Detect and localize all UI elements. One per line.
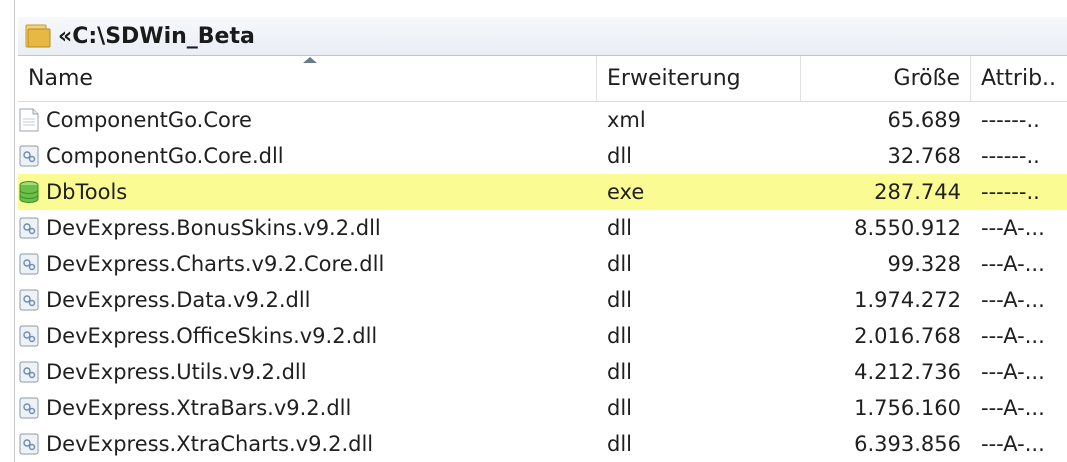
file-name: ComponentGo.Core <box>46 108 252 132</box>
database-icon <box>18 180 40 204</box>
table-row[interactable]: DevExpress.XtraBars.v9.2.dll dll 1.756.160… <box>18 390 1067 426</box>
file-name-cell[interactable]: ComponentGo.Core <box>18 108 597 132</box>
breadcrumb-path[interactable]: «C:\SDWin_Beta <box>58 24 255 49</box>
table-row[interactable]: DevExpress.OfficeSkins.v9.2.dll dll 2.016.… <box>18 318 1067 354</box>
dll-icon <box>18 144 40 168</box>
file-attributes: ---A-... <box>981 324 1045 348</box>
dll-icon <box>18 360 40 384</box>
file-size: 287.744 <box>874 180 961 204</box>
file-size: 32.768 <box>887 144 961 168</box>
dll-icon <box>18 324 40 348</box>
file-name: DevExpress.BonusSkins.v9.2.dll <box>46 216 381 240</box>
file-name: DevExpress.Data.v9.2.dll <box>46 288 311 312</box>
table-row[interactable]: ComponentGo.Core xml 65.689 ------.. <box>18 102 1067 138</box>
file-name: DevExpress.XtraBars.v9.2.dll <box>46 396 352 420</box>
file-extension: dll <box>607 396 632 420</box>
file-extension: dll <box>607 144 632 168</box>
dll-icon <box>18 288 40 312</box>
file-attributes: ---A-... <box>981 216 1045 240</box>
dll-icon <box>18 432 40 456</box>
folder-icon <box>24 23 52 49</box>
column-header-attributes[interactable]: Attrib.. <box>971 56 1067 101</box>
file-extension: dll <box>607 288 632 312</box>
file-attributes: ------.. <box>981 180 1040 204</box>
file-name-cell[interactable]: DevExpress.OfficeSkins.v9.2.dll <box>18 324 597 348</box>
table-row[interactable]: DevExpress.Utils.v9.2.dll dll 4.212.736 ---… <box>18 354 1067 390</box>
file-extension: dll <box>607 360 632 384</box>
table-row[interactable]: DevExpress.Data.v9.2.dll dll 1.974.272 ---A… <box>18 282 1067 318</box>
file-attributes: ---A-... <box>981 288 1045 312</box>
table-row[interactable]: DevExpress.BonusSkins.v9.2.dll dll 8.550.9… <box>18 210 1067 246</box>
file-name: DevExpress.Utils.v9.2.dll <box>46 360 307 384</box>
file-name: DbTools <box>46 180 128 204</box>
file-attributes: ---A-... <box>981 360 1045 384</box>
file-size: 6.393.856 <box>854 432 961 456</box>
file-name-cell[interactable]: DevExpress.BonusSkins.v9.2.dll <box>18 216 597 240</box>
file-rows: ComponentGo.Core xml 65.689 ------.. Compone… <box>18 102 1067 462</box>
file-size: 65.689 <box>887 108 961 132</box>
file-name: ComponentGo.Core.dll <box>46 144 284 168</box>
file-extension: exe <box>607 180 645 204</box>
file-attributes: ---A-... <box>981 396 1045 420</box>
file-attributes: ------.. <box>981 144 1040 168</box>
file-extension: xml <box>607 108 646 132</box>
file-attributes: ---A-... <box>981 252 1045 276</box>
file-extension: dll <box>607 216 632 240</box>
dll-icon <box>18 216 40 240</box>
address-bar[interactable]: «C:\SDWin_Beta <box>18 17 1067 56</box>
table-row[interactable]: DevExpress.XtraCharts.v9.2.dll dll 6.393.8… <box>18 426 1067 462</box>
file-name-cell[interactable]: DevExpress.Utils.v9.2.dll <box>18 360 597 384</box>
file-attributes: ---A-... <box>981 432 1045 456</box>
file-name: DevExpress.Charts.v9.2.Core.dll <box>46 252 385 276</box>
file-name: DevExpress.XtraCharts.v9.2.dll <box>46 432 374 456</box>
table-row[interactable]: DbTools exe 287.744 ------.. <box>18 174 1067 210</box>
column-header-row: Name Erweiterung Größe Attrib.. <box>18 56 1067 102</box>
file-name-cell[interactable]: ComponentGo.Core.dll <box>18 144 597 168</box>
file-name-cell[interactable]: DevExpress.XtraBars.v9.2.dll <box>18 396 597 420</box>
column-header-size[interactable]: Größe <box>801 56 971 101</box>
file-size: 8.550.912 <box>854 216 961 240</box>
file-size: 4.212.736 <box>854 360 961 384</box>
file-name-cell[interactable]: DbTools <box>18 180 597 204</box>
file-attributes: ------.. <box>981 108 1040 132</box>
file-name-cell[interactable]: DevExpress.Data.v9.2.dll <box>18 288 597 312</box>
file-size: 99.328 <box>887 252 961 276</box>
dll-icon <box>18 252 40 276</box>
file-size: 1.974.272 <box>854 288 961 312</box>
file-extension: dll <box>607 432 632 456</box>
xml-document-icon <box>18 108 40 132</box>
column-header-extension[interactable]: Erweiterung <box>597 56 801 101</box>
file-extension: dll <box>607 324 632 348</box>
file-list[interactable]: Name Erweiterung Größe Attrib.. Componen… <box>18 56 1067 462</box>
dll-icon <box>18 396 40 420</box>
left-border <box>14 0 15 462</box>
file-size: 1.756.160 <box>854 396 961 420</box>
file-name-cell[interactable]: DevExpress.XtraCharts.v9.2.dll <box>18 432 597 456</box>
file-name-cell[interactable]: DevExpress.Charts.v9.2.Core.dll <box>18 252 597 276</box>
table-row[interactable]: DevExpress.Charts.v9.2.Core.dll dll 99.328… <box>18 246 1067 282</box>
file-size: 2.016.768 <box>854 324 961 348</box>
table-row[interactable]: ComponentGo.Core.dll dll 32.768 ------.. <box>18 138 1067 174</box>
file-extension: dll <box>607 252 632 276</box>
file-name: DevExpress.OfficeSkins.v9.2.dll <box>46 324 378 348</box>
sort-ascending-icon <box>303 57 317 63</box>
